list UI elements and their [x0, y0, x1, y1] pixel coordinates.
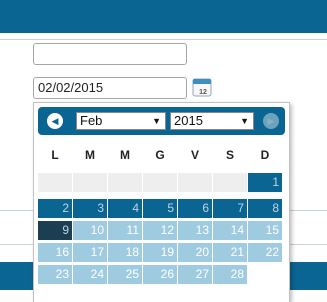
year-select-value: 2015 [174, 113, 203, 128]
calendar-day[interactable]: 24 [73, 265, 107, 284]
datepicker-header: ◀ Feb ▼ 2015 ▼ ▶ [38, 107, 285, 135]
month-select[interactable]: Feb ▼ [76, 112, 166, 130]
year-select[interactable]: 2015 ▼ [170, 112, 254, 130]
weekday-label: M [85, 148, 95, 162]
page-header-bar [0, 0, 327, 33]
calendar-day[interactable]: 14 [213, 221, 247, 240]
calendar-day[interactable]: 28 [213, 265, 247, 284]
weekday-label: V [190, 148, 199, 162]
prev-month-icon[interactable]: ◀ [47, 113, 63, 129]
calendar-day[interactable]: 10 [73, 221, 107, 240]
calendar-day[interactable]: 21 [213, 243, 247, 262]
date-input[interactable]: 02/02/2015 [33, 77, 187, 99]
calendar-icon[interactable]: 12 [192, 77, 212, 97]
calendar-filler-cell [248, 265, 282, 284]
calendar-day[interactable]: 25 [108, 265, 142, 284]
calendar-day[interactable]: 18 [108, 243, 142, 262]
weekday-header-row: L M M G V S D [38, 141, 285, 169]
calendar-day[interactable]: 22 [248, 243, 282, 262]
calendar-day[interactable]: 19 [143, 243, 177, 262]
text-input[interactable] [33, 43, 187, 65]
dropdown-arrow-icon: ▼ [240, 116, 249, 126]
calendar-day[interactable]: 12 [143, 221, 177, 240]
calendar-icon-day: 12 [199, 89, 207, 96]
weekday-label: D [260, 148, 270, 162]
calendar-day[interactable]: 6 [178, 199, 212, 218]
calendar-day[interactable]: 13 [178, 221, 212, 240]
calendar-day[interactable]: 8 [248, 199, 282, 218]
calendar-day[interactable]: 20 [178, 243, 212, 262]
calendar-filler-cell [178, 173, 212, 192]
dropdown-arrow-icon: ▼ [152, 116, 161, 126]
calendar-day[interactable]: 1 [248, 173, 282, 192]
weekday-label: S [225, 148, 234, 162]
next-month-icon: ▶ [263, 113, 279, 129]
calendar-day[interactable]: 11 [108, 221, 142, 240]
month-select-value: Feb [80, 113, 103, 128]
calendar-day[interactable]: 7 [213, 199, 247, 218]
calendar-day[interactable]: 17 [73, 243, 107, 262]
calendar-filler-cell [213, 173, 247, 192]
weekday-label: G [155, 148, 165, 162]
calendar-filler-cell [143, 173, 177, 192]
calendar-day[interactable]: 4 [108, 199, 142, 218]
weekday-label: L [51, 148, 59, 162]
calendar-day[interactable]: 23 [38, 265, 72, 284]
calendar-day[interactable]: 2 [38, 199, 72, 218]
calendar-day[interactable]: 26 [143, 265, 177, 284]
weekday-label: M [120, 148, 130, 162]
calendar-day-selected[interactable]: 9 [38, 221, 72, 240]
calendar-day[interactable]: 27 [178, 265, 212, 284]
calendar-day[interactable]: 3 [73, 199, 107, 218]
calendar-day[interactable]: 16 [38, 243, 72, 262]
datepicker-popup: ◀ Feb ▼ 2015 ▼ ▶ L M M G V S D 1 2 3 4 5… [33, 102, 290, 302]
divider-line [0, 39, 327, 40]
calendar-filler-cell [38, 173, 72, 192]
calendar-day[interactable]: 15 [248, 221, 282, 240]
calendar-filler-cell [108, 173, 142, 192]
calendar-day[interactable]: 5 [143, 199, 177, 218]
calendar-filler-cell [73, 173, 107, 192]
